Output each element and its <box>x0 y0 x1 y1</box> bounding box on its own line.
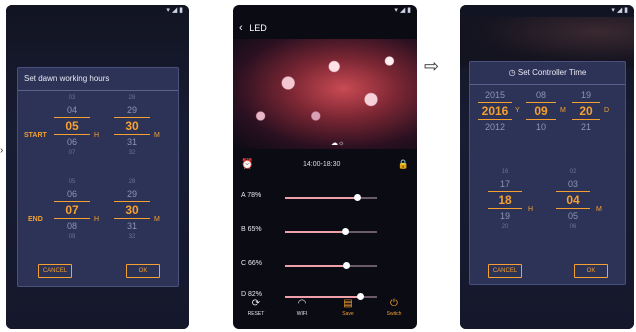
channel-label: A 78% <box>241 192 262 199</box>
led-hero-image: ☁☼ <box>233 39 417 149</box>
start-minute-selected: 30 <box>114 117 150 135</box>
month-unit: M <box>560 107 566 114</box>
year-picker[interactable]: 2015 2016 2012 <box>478 88 512 134</box>
time-range: 14:00-18:30 <box>303 161 341 168</box>
cancel-button[interactable]: CANCEL <box>488 264 522 278</box>
mode-icon[interactable]: ☁☼ <box>331 139 344 147</box>
slider-track[interactable] <box>285 194 377 201</box>
bottom-nav: ⟳ RESET ◠ WIFI ▤ Save ⏻ Switch <box>233 293 417 329</box>
slider-fill <box>285 231 345 233</box>
controller-time-dialog: ◷ Set Controller Time 2015 2016 2012 Y 0… <box>469 61 626 285</box>
dawn-hours-dialog: Set dawn working hours START 03 04 05 06… <box>17 67 179 287</box>
dialog-title: Set dawn working hours <box>18 68 178 91</box>
save-icon: ▤ <box>343 298 353 309</box>
clock-icon: ◷ <box>508 68 516 77</box>
slider-fill <box>285 197 357 199</box>
channel-label: B 65% <box>241 226 262 233</box>
save-button[interactable]: ▤ Save <box>328 293 368 329</box>
end-minute-selected: 30 <box>114 201 150 219</box>
channel-a-slider[interactable]: A 78% <box>241 189 407 205</box>
start-label: START <box>24 132 47 139</box>
end-minute-picker[interactable]: 28 29 30 31 32 <box>114 178 150 242</box>
refresh-icon: ⟳ <box>251 298 261 309</box>
cancel-button[interactable]: CANCEL <box>38 264 72 278</box>
page-title: LED <box>249 23 267 33</box>
month-selected: 09 <box>526 102 556 120</box>
minute-unit: M <box>596 206 602 213</box>
channel-c-slider[interactable]: C 66% <box>241 257 407 273</box>
back-icon[interactable]: ‹ <box>239 22 243 34</box>
status-bar: ▾ ◢ ▮ <box>166 7 183 14</box>
ok-button[interactable]: OK <box>126 264 160 278</box>
phone-screen-controller-time: ▾ ◢ ▮ ◷ Set Controller Time 2015 2016 20… <box>460 5 634 329</box>
channel-b-slider[interactable]: B 65% <box>241 223 407 239</box>
day-selected: 20 <box>572 102 600 120</box>
start-hour-picker[interactable]: 03 04 05 06 07 <box>54 94 90 158</box>
wifi-button[interactable]: ◠ WIFI <box>282 293 322 329</box>
dimmed-hero-image <box>460 17 634 67</box>
month-picker[interactable]: 08 09 10 <box>526 88 556 134</box>
arrow-edge-icon: › <box>0 145 4 156</box>
start-hour-selected: 05 <box>54 117 90 135</box>
minute-selected: 04 <box>556 191 590 209</box>
minute-picker[interactable]: 02 03 04 05 06 <box>556 168 590 232</box>
slider-track[interactable] <box>285 228 377 235</box>
year-unit: Y <box>515 107 520 114</box>
wifi-icon: ◠ <box>297 298 307 309</box>
hour-unit: H <box>94 216 100 223</box>
status-bar: ▾ ◢ ▮ <box>611 7 628 14</box>
lock-icon[interactable]: 🔒 <box>398 159 409 170</box>
alarm-clock-icon[interactable]: ⏰ <box>241 159 253 170</box>
start-minute-picker[interactable]: 28 29 30 31 32 <box>114 94 150 158</box>
year-selected: 2016 <box>478 102 512 120</box>
phone-screen-dawn: ▾ ◢ ▮ Set dawn working hours START 03 04… <box>6 5 189 329</box>
dialog-title: ◷ Set Controller Time <box>470 62 625 85</box>
switch-button[interactable]: ⏻ Switch <box>374 293 414 329</box>
hour-picker[interactable]: 16 17 18 19 20 <box>488 168 522 232</box>
hour-unit: H <box>528 206 534 213</box>
minute-unit: M <box>154 132 160 139</box>
slider-track[interactable] <box>285 262 377 269</box>
hour-unit: H <box>94 132 100 139</box>
power-icon: ⏻ <box>390 298 398 309</box>
end-label: END <box>28 216 43 223</box>
status-bar: ▾ ◢ ▮ <box>394 7 411 14</box>
schedule-row: ⏰ 14:00-18:30 🔒 <box>241 157 409 177</box>
slider-fill <box>285 265 346 267</box>
end-hour-selected: 07 <box>54 201 90 219</box>
channel-label: C 66% <box>241 260 263 267</box>
reset-button[interactable]: ⟳ RESET <box>236 293 276 329</box>
slider-knob[interactable] <box>353 194 361 201</box>
top-bar: ‹ LED <box>233 17 417 39</box>
hour-selected: 18 <box>488 191 522 209</box>
arrow-right-icon: ⇨ <box>424 56 440 76</box>
slider-knob[interactable] <box>342 262 350 269</box>
minute-unit: M <box>154 216 160 223</box>
ok-button[interactable]: OK <box>574 264 608 278</box>
day-picker[interactable]: 19 20 21 <box>572 88 600 134</box>
end-hour-picker[interactable]: 05 06 07 08 09 <box>54 178 90 242</box>
phone-screen-led: ▾ ◢ ▮ ‹ LED ☁☼ ⏰ 14:00-18:30 🔒 A 78% B 6… <box>233 5 417 329</box>
day-unit: D <box>604 107 610 114</box>
slider-knob[interactable] <box>341 228 349 235</box>
